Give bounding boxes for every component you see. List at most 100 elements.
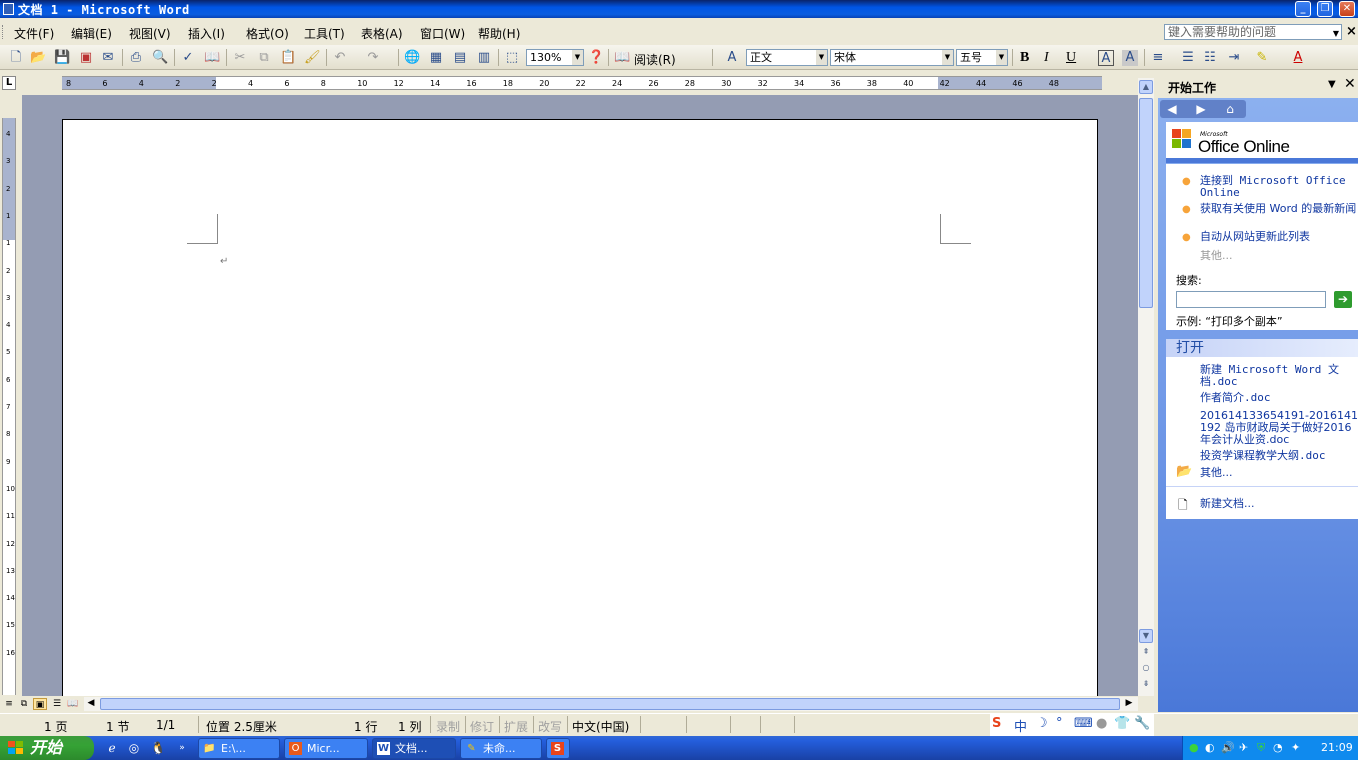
email-icon[interactable]: ✉	[100, 50, 116, 66]
format-painter-icon[interactable]: 🖌	[304, 50, 321, 66]
tables-borders-icon[interactable]: ▦	[428, 50, 444, 66]
prev-page-icon[interactable]: ⇞	[1139, 646, 1153, 660]
recent-file-2[interactable]: 作者简介.doc	[1200, 392, 1358, 404]
network-icon[interactable]: ●	[1189, 741, 1199, 754]
user-icon[interactable]: ●	[1096, 716, 1107, 731]
menu-grip[interactable]	[2, 25, 5, 39]
document-page[interactable]: ↵	[62, 119, 1098, 696]
menu-tools[interactable]: 工具(T)	[304, 25, 345, 42]
volume-icon[interactable]: 🔊	[1221, 741, 1235, 754]
status-overtype[interactable]: 改写	[538, 718, 562, 735]
help-icon[interactable]: ❓	[588, 50, 604, 66]
insert-table-icon[interactable]: ▤	[452, 50, 468, 66]
horizontal-scrollbar[interactable]: ◀ ▶	[84, 697, 1138, 711]
task-pane-menu-icon[interactable]: ▼	[1328, 79, 1336, 90]
styles-icon[interactable]: A	[724, 50, 740, 66]
hyperlink-icon[interactable]: 🌐	[404, 50, 420, 66]
restore-button[interactable]: ❐	[1317, 1, 1333, 17]
ie-icon[interactable]: ℯ	[104, 740, 120, 756]
task-pane-close-icon[interactable]: ✕	[1344, 76, 1356, 92]
ime-chinese-icon[interactable]: 中	[1014, 716, 1027, 735]
menu-window[interactable]: 窗口(W)	[420, 25, 465, 42]
link-more-online[interactable]: 其他...	[1200, 250, 1358, 262]
security-shield-icon[interactable]: ⛨	[1257, 741, 1265, 755]
tab-selector[interactable]: L	[2, 76, 16, 90]
font-select[interactable]: 宋体 ▼	[830, 49, 954, 66]
task-sogou[interactable]: S	[546, 738, 570, 759]
half-width-icon[interactable]: ☽	[1036, 716, 1048, 731]
print-preview-icon[interactable]: 🔍	[152, 50, 168, 66]
copy-icon[interactable]: ⧉	[256, 50, 272, 66]
minimize-button[interactable]: _	[1295, 1, 1311, 17]
outline-view-icon[interactable]: ☰	[50, 698, 64, 710]
scroll-down-icon[interactable]: ▼	[1139, 629, 1153, 643]
tray-icon-2[interactable]: ◐	[1205, 741, 1215, 754]
reading-view-icon[interactable]: 📖	[66, 698, 80, 710]
open-folder-icon[interactable]: 📂	[30, 50, 46, 66]
horizontal-ruler[interactable]: 8 6 4 2 2 4 6 8 10 12 14 16 18 20 22 24 26 28 30 32 34 36 38 40…	[62, 76, 1102, 90]
word-app-icon[interactable]	[3, 3, 14, 15]
link-auto-update[interactable]: 自动从网站更新此列表	[1200, 231, 1358, 243]
font-color-icon[interactable]: A	[1290, 50, 1306, 66]
punctuation-icon[interactable]: °	[1056, 716, 1063, 731]
task-paint[interactable]: ✎ 未命...	[460, 738, 542, 759]
align-justify-icon[interactable]: ≡	[1150, 50, 1166, 66]
redo-icon[interactable]: ↷	[365, 50, 381, 66]
search-go-button[interactable]: ➔	[1334, 291, 1352, 308]
task-explorer[interactable]: 📁 E:\...	[198, 738, 280, 759]
menu-insert[interactable]: 插入(I)	[188, 25, 225, 42]
tray-icon-4[interactable]: ✈	[1239, 741, 1248, 754]
zoom-select[interactable]: 130% ▼	[526, 49, 584, 66]
quicklaunch-more-icon[interactable]: »	[174, 740, 190, 756]
sogou-icon[interactable]: S	[992, 716, 1001, 731]
char-shading-icon[interactable]: A	[1122, 50, 1138, 66]
bold-button[interactable]: B	[1020, 50, 1029, 66]
menu-edit[interactable]: 编辑(E)	[71, 25, 112, 42]
indent-icon[interactable]: ⇥	[1226, 50, 1242, 66]
help-search-input[interactable]: 键入需要帮助的问题 ▼	[1164, 24, 1342, 40]
italic-button[interactable]: I	[1044, 50, 1049, 66]
soft-keyboard-icon[interactable]: ⌨	[1074, 716, 1093, 731]
status-record[interactable]: 录制	[436, 718, 460, 735]
style-select[interactable]: 正文 ▼	[746, 49, 828, 66]
document-close-button[interactable]: ×	[1346, 24, 1357, 39]
font-dropdown-icon[interactable]: ▼	[942, 50, 953, 65]
settings-icon[interactable]: 🔧	[1134, 716, 1150, 731]
permission-icon[interactable]: ▣	[78, 50, 94, 66]
print-icon[interactable]: ⎙	[128, 50, 144, 66]
next-page-icon[interactable]: ⇟	[1139, 678, 1153, 692]
status-track-changes[interactable]: 修订	[470, 718, 494, 735]
vertical-scrollbar[interactable]: ▲ ▼ ⇞ ○ ⇟	[1138, 78, 1154, 696]
browse-object-icon[interactable]: ○	[1139, 662, 1153, 676]
size-dropdown-icon[interactable]: ▼	[996, 50, 1007, 65]
menu-table[interactable]: 表格(A)	[361, 25, 403, 42]
menu-file[interactable]: 文件(F)	[14, 25, 54, 42]
link-latest-news[interactable]: 获取有关使用 Word 的最新新闻	[1200, 203, 1358, 215]
link-connect-online[interactable]: 连接到 Microsoft Office Online	[1200, 175, 1358, 199]
task-microsoft[interactable]: O Micr...	[284, 738, 368, 759]
home-icon[interactable]: ⌂	[1222, 101, 1238, 117]
new-document-icon[interactable]: 🗋	[8, 50, 24, 66]
read-mode-button[interactable]: 阅读(R)	[634, 51, 676, 68]
numbering-icon[interactable]: ☰	[1180, 50, 1196, 66]
vertical-scroll-thumb[interactable]	[1139, 98, 1153, 308]
scroll-up-icon[interactable]: ▲	[1139, 80, 1153, 94]
scroll-left-icon[interactable]: ◀	[84, 697, 98, 709]
close-button[interactable]: ✕	[1339, 1, 1355, 17]
normal-view-icon[interactable]: ≡	[2, 698, 16, 710]
menu-format[interactable]: 格式(O)	[246, 25, 289, 42]
task-pane-search-input[interactable]	[1176, 291, 1326, 308]
recent-file-3[interactable]: 201614133654191-2016141192 岛市财政局关于做好2016…	[1200, 410, 1358, 446]
spelling-icon[interactable]: ✓	[180, 50, 196, 66]
recent-file-4[interactable]: 投资学课程教学大纲.doc	[1200, 450, 1358, 462]
read-mode-icon[interactable]: 📖	[614, 50, 630, 66]
quicklaunch-icon-2[interactable]: ◎	[126, 740, 142, 756]
horizontal-scroll-thumb[interactable]	[100, 698, 1120, 710]
back-icon[interactable]: ◀	[1164, 101, 1180, 117]
undo-icon[interactable]: ↶	[332, 50, 348, 66]
forward-icon[interactable]: ▶	[1193, 101, 1209, 117]
scroll-right-icon[interactable]: ▶	[1122, 697, 1136, 709]
bullets-icon[interactable]: ☷	[1202, 50, 1218, 66]
vertical-ruler[interactable]: 4 3 2 1 1 2 3 4 5 6 7 8 9 10 11 12 13 14 15 16	[2, 118, 16, 695]
web-view-icon[interactable]: ⧉	[17, 698, 31, 710]
